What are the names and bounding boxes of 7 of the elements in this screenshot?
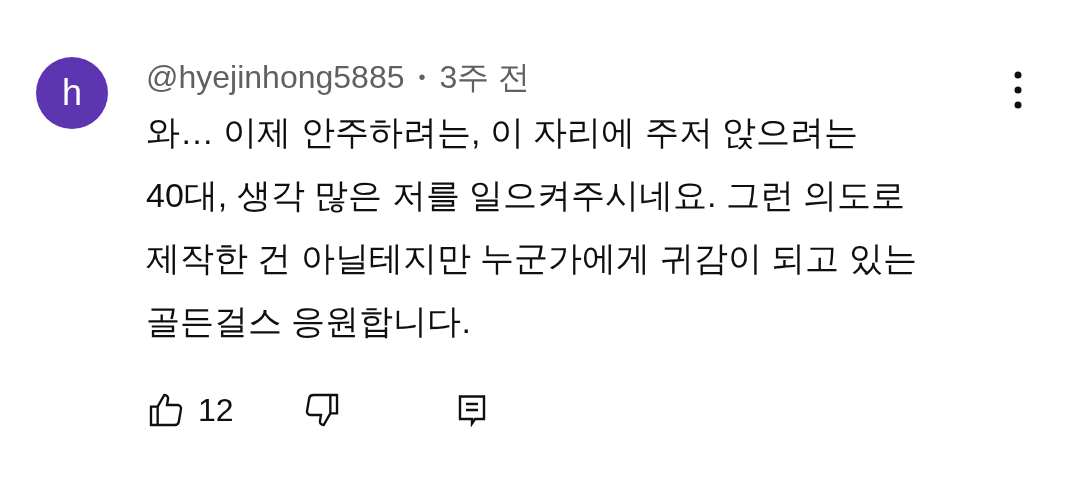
author-name[interactable]: @hyejinhong5885 [146, 57, 405, 97]
like-button[interactable]: 12 [146, 386, 234, 434]
comment-text: 와… 이제 안주하려는, 이 자리에 주저 앉으려는 40대, 생각 많은 저를 일으켜주시네요. 그런 의도로 제작한 건 아닐테지만 누군가에게 귀감이 되고 있는 골든걸스 응원합니다. [146, 112, 918, 342]
separator: • [418, 65, 426, 90]
avatar[interactable]: h [36, 57, 108, 129]
comment-time: 3주 전 [439, 58, 531, 97]
more-icon [1014, 71, 1022, 109]
